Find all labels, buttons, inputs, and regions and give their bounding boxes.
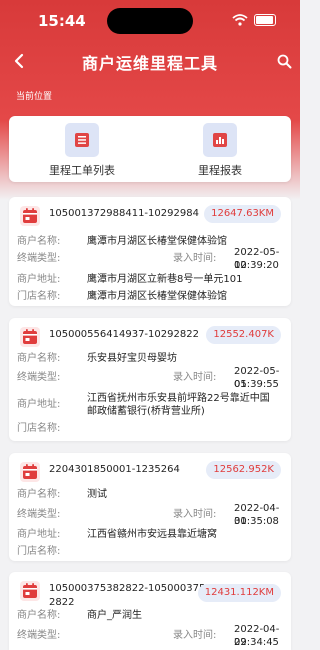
entry-time-label: 录入时间: [173, 509, 217, 520]
store-name-label: 门店名称: [17, 423, 61, 434]
order-card[interactable]: 105000375382822-105000375382822 12431.11… [9, 572, 291, 650]
search-button[interactable] [272, 48, 296, 74]
order-card[interactable]: 105000556414937-10292822 12552.407K 商户名称… [9, 318, 291, 441]
list-icon [65, 123, 99, 157]
nav-bar: 商户运维里程工具 [0, 44, 300, 78]
page-title: 商户运维里程工具 [81, 54, 218, 73]
mileage-badge: 12552.407K [206, 326, 281, 344]
merchant-name-label: 商户名称: [17, 236, 61, 247]
entry-time-value: 02:39:20 [234, 260, 279, 271]
menu-item-mileage-order-list[interactable]: 里程工单列表 [37, 123, 127, 179]
status-bar: 15:44 [0, 0, 300, 40]
location-label: 当前位置 [16, 92, 53, 102]
order-card[interactable]: 2204301850001-1235264 12562.952K 商户名称: 测… [9, 453, 291, 561]
store-name-label: 门店名称: [17, 546, 61, 557]
terminal-type-label: 终端类型: [17, 253, 61, 264]
menu-item-label: 里程报表 [198, 164, 242, 177]
calendar-icon [20, 206, 40, 226]
merchant-name-value: 乐安县好宝贝母婴坊 [87, 353, 177, 364]
entry-time-label: 录入时间: [173, 253, 217, 264]
order-id: 105001372988411-10292984 [49, 208, 199, 219]
mileage-badge: 12562.952K [206, 461, 281, 479]
merchant-address-value: 江西省赣州市安远县靠近塘窝 [87, 529, 217, 540]
terminal-type-label: 终端类型: [17, 630, 61, 641]
status-time: 15:44 [38, 12, 86, 30]
entry-time-value: 02:34:45 [234, 637, 279, 648]
order-id: 105000556414937-10292822 [49, 329, 199, 340]
merchant-address-label: 商户地址: [17, 274, 61, 285]
entry-time-label: 录入时间: [173, 630, 217, 641]
store-name-label: 门店名称: [17, 291, 61, 302]
merchant-name-label: 商户名称: [17, 610, 61, 621]
merchant-name-label: 商户名称: [17, 353, 61, 364]
mileage-badge: 12431.112KM [197, 584, 281, 602]
order-id: 2204301850001-1235264 [49, 464, 180, 475]
entry-time-value: 01:39:55 [234, 379, 279, 390]
merchant-name-value: 商户_严润生 [87, 610, 142, 621]
merchant-address-label: 商户地址: [17, 399, 61, 410]
battery-icon [254, 14, 276, 26]
menu-card: 里程工单列表 里程报表 [9, 116, 291, 182]
store-name-value: 鹰潭市月湖区长椿堂保健体验馆 [87, 291, 227, 302]
order-id: 105000375382822-105000375382822 [49, 583, 219, 608]
terminal-type-label: 终端类型: [17, 509, 61, 520]
mileage-badge: 12647.63KM [204, 205, 281, 223]
search-icon [277, 54, 291, 68]
merchant-name-value: 测试 [87, 489, 107, 500]
merchant-address-value: 江西省抚州市乐安县前坪路22号靠近中国邮政储蓄银行(桥背营业所) [87, 393, 270, 417]
entry-time-label: 录入时间: [173, 372, 217, 383]
order-card[interactable]: 105001372988411-10292984 12647.63KM 商户名称… [9, 197, 291, 306]
menu-item-mileage-report[interactable]: 里程报表 [175, 123, 265, 179]
menu-item-label: 里程工单列表 [49, 164, 115, 177]
merchant-name-label: 商户名称: [17, 489, 61, 500]
entry-time-value: 01:35:08 [234, 516, 279, 527]
calendar-icon [20, 327, 40, 347]
merchant-address-value: 鹰潭市月湖区立新巷8号一单元101 [87, 274, 243, 285]
calendar-icon [20, 462, 40, 482]
terminal-type-label: 终端类型: [17, 372, 61, 383]
calendar-icon [20, 581, 40, 601]
camera-notch [107, 8, 193, 34]
bar-chart-icon [203, 123, 237, 157]
merchant-address-label: 商户地址: [17, 529, 61, 540]
wifi-icon [232, 14, 248, 26]
